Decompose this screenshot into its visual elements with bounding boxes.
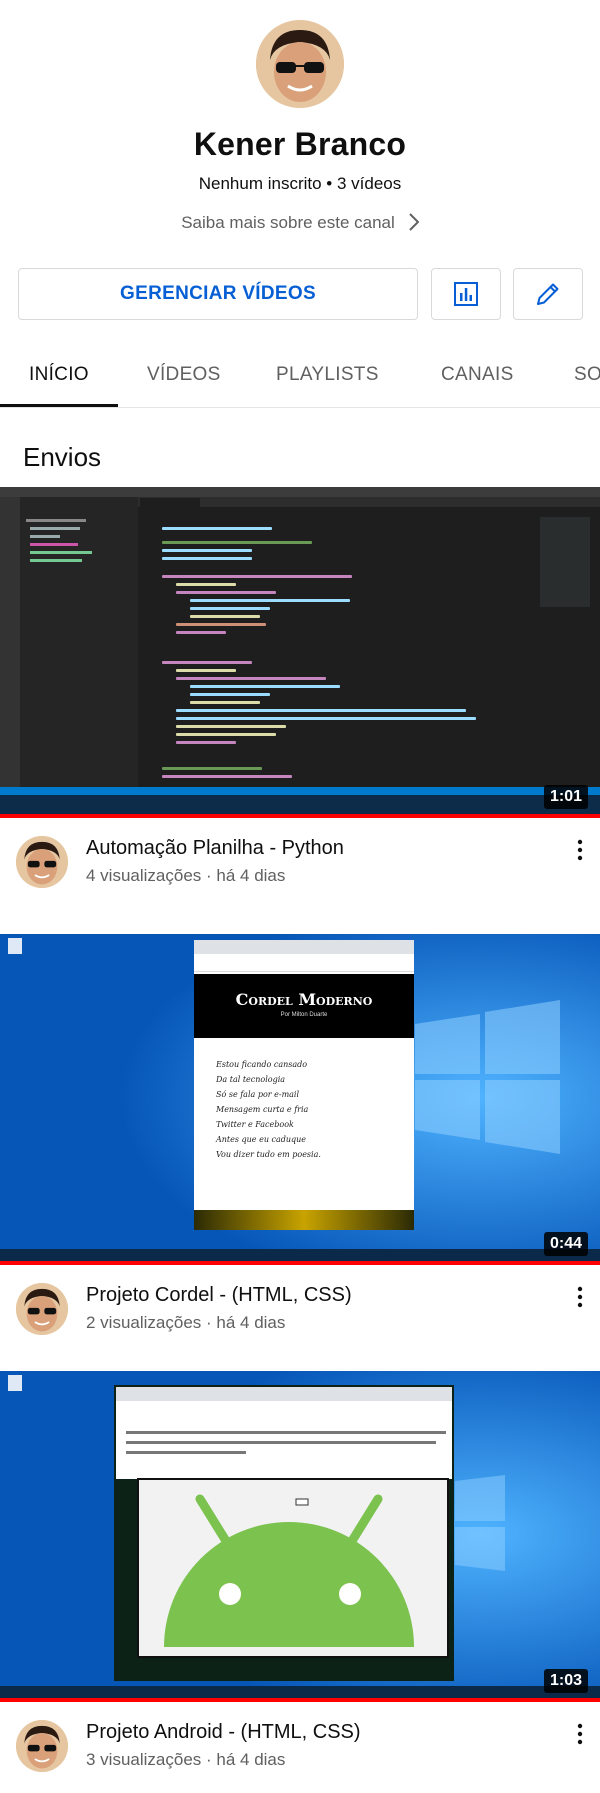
code-line	[190, 599, 350, 602]
uploader-avatar[interactable]	[16, 1720, 68, 1772]
windows-desktop	[0, 1371, 600, 1698]
code-line	[176, 733, 276, 736]
code-line	[190, 615, 260, 618]
tab-canais[interactable]: CANAIS	[441, 364, 514, 386]
tab-sobre[interactable]: SO	[574, 364, 600, 386]
duration-badge: 1:01	[543, 785, 588, 809]
edit-channel-button[interactable]	[513, 268, 583, 320]
code-line	[176, 741, 236, 744]
video-title[interactable]: Automação Planilha - Python	[86, 837, 344, 860]
watch-progress-bar	[0, 814, 600, 818]
channel-tabs: INÍCIO VÍDEOS PLAYLISTS CANAIS SO	[0, 352, 600, 408]
code-line	[176, 669, 236, 672]
code-line	[162, 775, 292, 778]
video-title[interactable]: Projeto Android - (HTML, CSS)	[86, 1721, 361, 1744]
video-thumbnail[interactable]: 1:03	[0, 1371, 600, 1698]
tab-inicio[interactable]: INÍCIO	[29, 364, 89, 386]
code-line	[162, 575, 352, 578]
code-line	[190, 701, 260, 704]
channel-stats: Nenhum inscrito • 3 vídeos	[198, 174, 402, 193]
channel-name: Kener Branco	[193, 126, 407, 162]
code-line	[190, 685, 340, 688]
code-line	[176, 591, 276, 594]
analytics-button[interactable]	[431, 268, 501, 320]
section-title: Envios	[23, 442, 102, 472]
duration-badge: 1:03	[543, 1669, 588, 1693]
more-options-icon[interactable]	[570, 1282, 590, 1312]
more-options-icon[interactable]	[570, 1719, 590, 1749]
code-line	[176, 717, 476, 720]
about-channel-link[interactable]: Saiba mais sobre este canal	[0, 213, 600, 236]
poem-line: Mensagem curta e fria	[216, 1105, 309, 1114]
tab-videos[interactable]: VÍDEOS	[147, 364, 221, 386]
active-tab-indicator	[0, 404, 118, 407]
code-line	[162, 541, 312, 544]
code-line	[162, 661, 252, 664]
pencil-icon	[537, 283, 559, 305]
cordel-byline: Por Milton Duarte	[280, 1012, 328, 1018]
video-thumbnail[interactable]: 1:01	[0, 487, 600, 814]
poem-line: Estou ficando cansado	[216, 1060, 308, 1069]
poem-line: Só se fala por e-mail	[216, 1090, 300, 1099]
poem-line: Vou dizer tudo em poesia.	[216, 1150, 321, 1159]
code-line	[176, 709, 466, 712]
avatar-face-icon	[16, 1283, 68, 1335]
code-line	[176, 725, 286, 728]
code-line	[176, 631, 226, 634]
video-metadata: 3 visualizações · há 4 dias	[86, 1750, 286, 1769]
code-line	[176, 623, 266, 626]
cordel-heading: Cordel Moderno	[235, 990, 373, 1009]
code-line	[176, 583, 236, 586]
video-metadata: 2 visualizações · há 4 dias	[86, 1313, 286, 1332]
video-title[interactable]: Projeto Cordel - (HTML, CSS)	[86, 1284, 352, 1307]
vscode-screenshot	[0, 487, 600, 814]
video-metadata: 4 visualizações · há 4 dias	[86, 866, 286, 885]
code-line	[190, 693, 270, 696]
about-channel-label: Saiba mais sobre este canal	[181, 213, 395, 232]
poem-line: Antes que eu caduque	[216, 1135, 307, 1144]
code-line	[162, 767, 262, 770]
code-line	[162, 557, 252, 560]
channel-avatar[interactable]	[256, 20, 344, 108]
tab-playlists[interactable]: PLAYLISTS	[276, 364, 379, 386]
uploader-avatar[interactable]	[16, 836, 68, 888]
avatar-face-icon	[256, 20, 344, 108]
code-line	[190, 607, 270, 610]
video-thumbnail[interactable]: Cordel Moderno Por Milton Duarte Estou f…	[0, 934, 600, 1261]
watch-progress-bar	[0, 1698, 600, 1702]
avatar-face-icon	[16, 836, 68, 888]
poem-line: Da tal tecnologia	[216, 1075, 286, 1084]
code-line	[176, 677, 326, 680]
watch-progress-bar	[0, 1261, 600, 1265]
poem-line: Twitter e Facebook	[216, 1120, 294, 1129]
manage-videos-button[interactable]: GERENCIAR VÍDEOS	[18, 268, 418, 320]
code-line	[162, 549, 252, 552]
browser-window: Cordel Moderno Por Milton Duarte Estou f…	[194, 940, 414, 1230]
analytics-icon	[454, 282, 478, 306]
chevron-right-icon	[409, 213, 420, 236]
code-line	[162, 527, 272, 530]
avatar-face-icon	[16, 1720, 68, 1772]
uploader-avatar[interactable]	[16, 1283, 68, 1335]
duration-badge: 0:44	[543, 1232, 588, 1256]
more-options-icon[interactable]	[570, 835, 590, 865]
